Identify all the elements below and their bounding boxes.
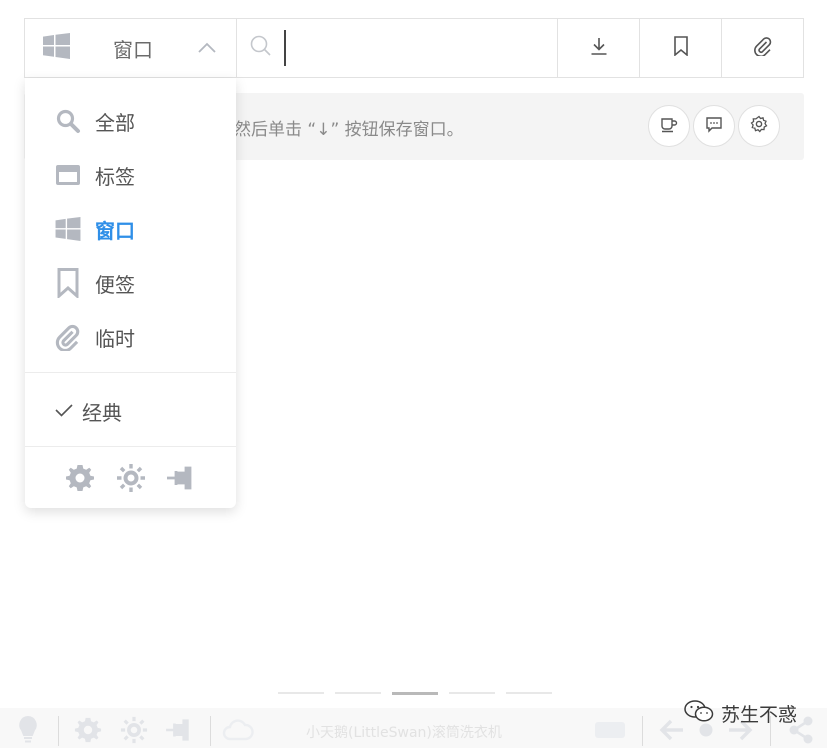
chevron-up-icon [198,39,216,58]
wechat-logo-icon [683,699,715,727]
top-toolbar: 窗口 [24,18,804,78]
badge-icon[interactable] [594,714,626,746]
bookmark-icon [55,268,81,298]
sun-icon[interactable] [115,462,147,494]
search-icon [55,108,81,134]
search-icon [250,35,272,61]
menu-item-windows[interactable]: 窗口 [25,204,236,254]
message-icon [705,115,723,137]
menu-item-label: 标签 [95,164,135,189]
classic-mode-toggle[interactable]: 经典 [55,396,122,426]
menu-item-temp[interactable]: 临时 [25,312,236,362]
menu-item-label: 便签 [95,272,135,297]
page-dot[interactable] [449,692,495,694]
coffee-icon [660,115,678,137]
message-button[interactable] [693,105,735,147]
menu-item-all[interactable]: 全部 [25,96,236,146]
menu-divider [25,446,236,447]
windows-logo-icon [55,216,81,242]
gear-icon[interactable] [72,714,104,746]
menu-item-label: 全部 [95,110,135,135]
page-dot-active[interactable] [392,692,438,695]
menu-item-label: 窗口 [95,218,135,243]
paperclip-icon [55,324,81,351]
page-dot[interactable] [506,692,552,694]
cloud-icon[interactable] [222,714,254,746]
watermark: 苏生不惑 [683,698,797,728]
menu-item-label: 临时 [95,326,135,351]
lightbulb-icon[interactable] [12,714,44,746]
windows-logo-icon [43,33,70,63]
menu-item-tabs[interactable]: 标签 [25,150,236,200]
dropdown-footer [25,460,236,496]
watermark-text: 苏生不惑 [721,703,798,726]
faded-item-text: 小天鹅(LittleSwan)滚筒洗衣机 [306,725,502,741]
tab-icon [55,162,81,188]
pin-icon[interactable] [164,714,196,746]
paperclip-icon [753,36,773,60]
bar-divider [210,716,211,746]
download-button[interactable] [557,19,639,77]
coffee-button[interactable] [648,105,690,147]
classic-label: 经典 [82,400,122,425]
bookmark-button[interactable] [639,19,721,77]
menu-divider [25,372,236,373]
scope-selector[interactable]: 窗口 [25,19,237,77]
gear-icon[interactable] [64,462,96,494]
bar-divider [642,716,643,746]
pin-icon[interactable] [166,462,198,494]
tip-text: 然后单击 “↓” 按钮保存窗口。 [234,120,464,140]
scope-label: 窗口 [113,37,153,62]
checkmark-icon [55,402,73,421]
bookmark-icon [673,36,689,60]
page-dot[interactable] [335,692,381,694]
menu-item-notes[interactable]: 便签 [25,258,236,308]
settings-icon [750,115,768,137]
search-input[interactable] [284,30,534,66]
attach-button[interactable] [721,19,803,77]
page-dot[interactable] [278,692,324,694]
search-box[interactable] [237,19,557,77]
bar-divider [58,716,59,746]
sun-icon[interactable] [118,714,150,746]
settings-button[interactable] [738,105,780,147]
scope-dropdown-menu: 全部 标签 窗口 便签 临时 经典 [25,78,236,508]
download-icon [589,36,609,60]
